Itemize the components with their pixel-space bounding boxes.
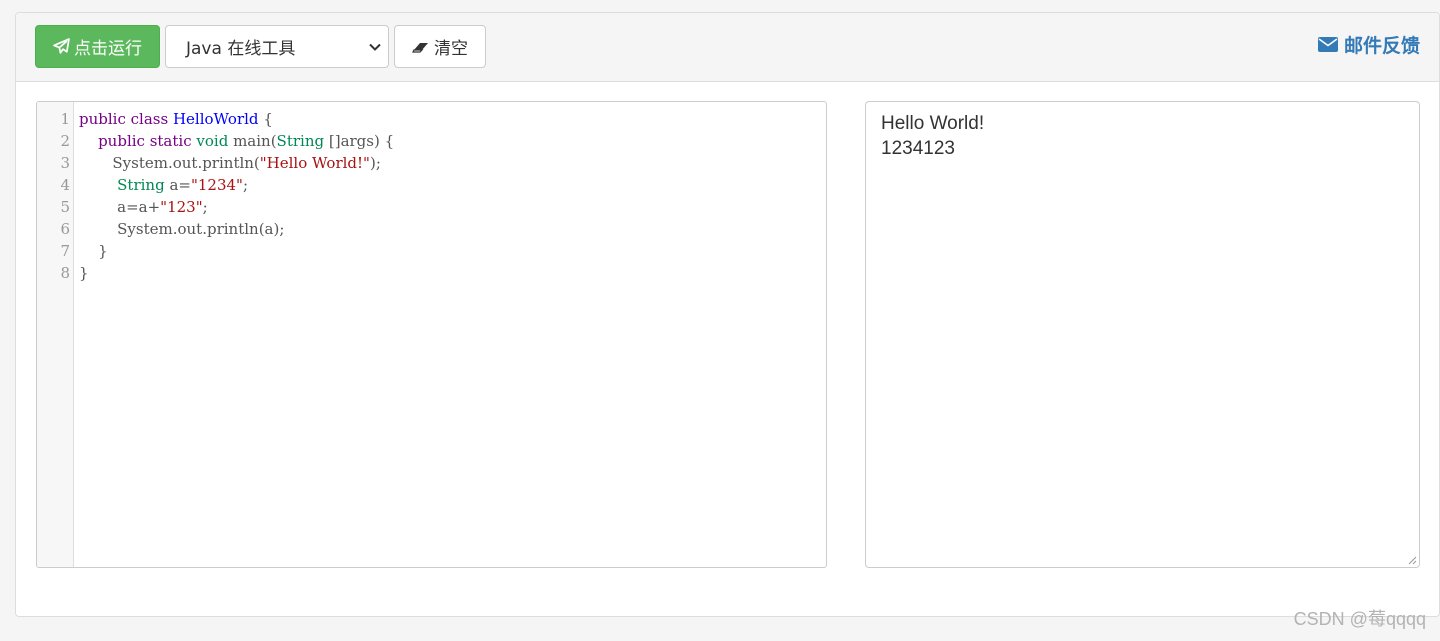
- code-line: String a="1234";: [117, 176, 249, 194]
- line-number: 4: [60, 176, 70, 194]
- line-number: 6: [60, 220, 70, 238]
- code-line: }: [79, 242, 108, 260]
- line-number-gutter: 1 2 3 4 5 6 7 8: [37, 102, 74, 567]
- code-editor[interactable]: 1 2 3 4 5 6 7 8 public class HelloWorld …: [36, 101, 827, 568]
- output-line: Hello World!: [881, 113, 985, 134]
- line-number: 8: [60, 264, 70, 282]
- email-feedback-label: 邮件反馈: [1343, 35, 1420, 57]
- envelope-icon: [1317, 37, 1338, 52]
- code-line: public class HelloWorld {: [79, 110, 273, 128]
- output-line: 1234123: [881, 138, 955, 159]
- code-line: System.out.println("Hello World!");: [79, 154, 381, 172]
- clear-button[interactable]: 清空: [394, 25, 486, 68]
- run-button-label: 点击运行: [74, 39, 142, 59]
- line-number: 1: [60, 110, 70, 128]
- line-number: 2: [60, 132, 70, 150]
- code-area[interactable]: public class HelloWorld { public static …: [79, 108, 826, 284]
- code-line: System.out.println(a);: [79, 220, 285, 238]
- output-textarea[interactable]: Hello World! 1234123: [865, 101, 1420, 568]
- paper-plane-icon: [53, 38, 70, 54]
- code-line: public static void main(String []args) {: [98, 132, 395, 150]
- line-number: 5: [60, 198, 70, 216]
- eraser-icon: [412, 42, 428, 53]
- code-line: }: [79, 264, 89, 282]
- language-select-value: Java 在线工具: [186, 39, 296, 59]
- toolbar: 点击运行 Java 在线工具 清空 邮件反馈: [16, 13, 1439, 82]
- line-number: 7: [60, 242, 70, 260]
- language-select[interactable]: Java 在线工具: [165, 25, 389, 68]
- clear-button-label: 清空: [434, 39, 468, 59]
- tool-panel: 点击运行 Java 在线工具 清空 邮件反馈 1 2 3 4 5 6 7 8 p…: [15, 12, 1440, 617]
- run-button[interactable]: 点击运行: [35, 25, 160, 68]
- code-line: a=a+"123";: [79, 198, 208, 216]
- line-number: 3: [60, 154, 70, 172]
- watermark: CSDN @莓qqqq: [1293, 609, 1426, 629]
- resize-handle-icon[interactable]: [1407, 555, 1417, 565]
- chevron-down-icon: [369, 43, 381, 51]
- email-feedback-link[interactable]: 邮件反馈: [1317, 31, 1420, 58]
